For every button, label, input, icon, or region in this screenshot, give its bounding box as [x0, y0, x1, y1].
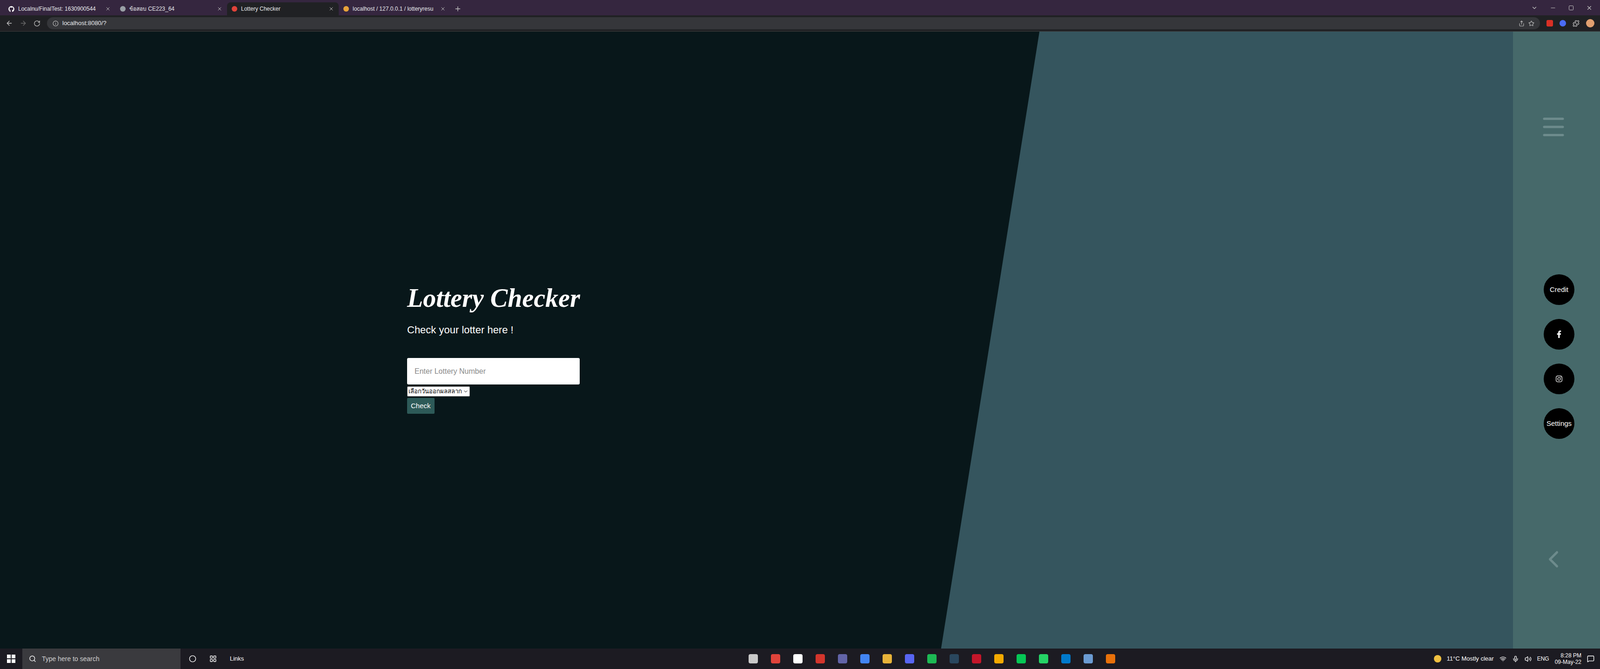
- app-icon[interactable]: [748, 654, 758, 664]
- close-tab-icon[interactable]: [216, 6, 223, 12]
- weather[interactable]: 11°C Mostly clear: [1446, 654, 1494, 664]
- app-icon[interactable]: [1038, 654, 1049, 664]
- search-icon: [28, 655, 37, 663]
- lottery-input[interactable]: Enter Lottery Number: [407, 358, 580, 385]
- close-tab-icon[interactable]: [105, 6, 111, 12]
- info-icon: [52, 20, 59, 27]
- app-icon[interactable]: [815, 654, 825, 664]
- facebook-icon: [1555, 330, 1563, 339]
- forward-icon[interactable]: [19, 19, 27, 27]
- maximize-icon[interactable]: [1568, 5, 1574, 11]
- tab-strip: Localnu/FinalTest: 1630900544ข้อสอบ CE22…: [0, 0, 1600, 16]
- close-window-icon[interactable]: [1586, 4, 1593, 12]
- page-title: Lottery Checker: [407, 282, 605, 315]
- app-icon[interactable]: [1016, 654, 1026, 664]
- app-icon[interactable]: [882, 654, 892, 664]
- side-button[interactable]: [1543, 363, 1575, 395]
- cortana-icon[interactable]: [188, 655, 197, 663]
- start-button[interactable]: [0, 655, 23, 664]
- side-buttons: Credit Settings: [1543, 274, 1575, 440]
- instagram-icon: [1555, 375, 1563, 383]
- task-view-icon[interactable]: [209, 655, 217, 663]
- browser-tab[interactable]: Localnu/FinalTest: 1630900544: [3, 2, 116, 16]
- app-icon[interactable]: [949, 654, 959, 664]
- github-icon: [8, 6, 15, 13]
- app-icon[interactable]: [904, 654, 915, 664]
- side-button[interactable]: Settings: [1543, 408, 1575, 440]
- close-tab-icon[interactable]: [328, 6, 335, 12]
- app-icon[interactable]: [837, 654, 848, 664]
- toolbar: localhost:8080/?: [0, 15, 1600, 32]
- extension-icon[interactable]: [1559, 20, 1567, 27]
- bookmark-icon[interactable]: [1528, 20, 1535, 27]
- check-button[interactable]: Check: [407, 398, 435, 415]
- new-tab-icon[interactable]: [454, 5, 462, 13]
- subtitle: Check your lotter here !: [407, 322, 605, 338]
- share-icon[interactable]: [1518, 20, 1525, 27]
- close-tab-icon[interactable]: [440, 6, 446, 12]
- address-bar[interactable]: localhost:8080/?: [46, 17, 1540, 30]
- taskbar-search[interactable]: Type here to search: [22, 649, 181, 669]
- volume-icon[interactable]: [1524, 656, 1532, 663]
- back-icon[interactable]: [5, 19, 14, 27]
- app-icon[interactable]: [860, 654, 870, 664]
- app-icon[interactable]: [793, 654, 803, 664]
- app-icon[interactable]: [1105, 654, 1116, 664]
- extensions-icon[interactable]: [1572, 20, 1580, 27]
- date-select[interactable]: เลือกวันออกผลสลาก: [407, 386, 470, 397]
- slider-menu-icon[interactable]: [1539, 113, 1568, 141]
- links-toolbar[interactable]: Links: [229, 654, 244, 664]
- language[interactable]: ENG: [1537, 655, 1550, 664]
- minimize-icon[interactable]: [1549, 4, 1557, 12]
- favicon-icon: [120, 6, 126, 12]
- screen: Localnu/FinalTest: 1630900544ข้อสอบ CE22…: [0, 0, 1600, 669]
- side-button[interactable]: Credit: [1543, 274, 1575, 306]
- browser-tab[interactable]: Lottery Checker: [227, 2, 339, 16]
- reload-icon[interactable]: [33, 20, 41, 27]
- browser-tab[interactable]: ข้อสอบ CE223_64: [115, 2, 228, 16]
- mic-icon[interactable]: [1512, 656, 1520, 663]
- hero-image: Lottery Checker Check your lotter here ! E…: [0, 31, 1513, 650]
- favicon-icon: [231, 6, 238, 12]
- app-icon[interactable]: [971, 654, 982, 664]
- app-icon[interactable]: [1083, 654, 1093, 664]
- network-icon[interactable]: [1499, 656, 1507, 663]
- taskbar: Type here to search Links 11°C Mostly clea…: [0, 649, 1600, 669]
- page: Lottery Checker Check your lotter here ! E…: [0, 31, 1600, 650]
- app-icon[interactable]: [927, 654, 937, 664]
- weather-icon: [1433, 655, 1442, 663]
- favicon-icon: [343, 6, 349, 12]
- app-icon[interactable]: [1061, 654, 1071, 664]
- system-tray: 11°C Mostly clear ENG 8:28 PM09-May-22: [1433, 652, 1600, 667]
- app-icon[interactable]: [994, 654, 1004, 664]
- slider-prev-icon[interactable]: [1539, 545, 1568, 574]
- app-icon[interactable]: [770, 654, 781, 664]
- browser-tab[interactable]: localhost / 127.0.0.1 / lotteryresu: [338, 2, 451, 16]
- side-button[interactable]: [1543, 319, 1575, 350]
- chevron-down-icon: [462, 388, 469, 395]
- profile-icon[interactable]: [1586, 19, 1595, 28]
- clock[interactable]: 8:28 PM09-May-22: [1554, 652, 1582, 667]
- dark-overlay: [0, 31, 1513, 650]
- extension-icon[interactable]: [1546, 20, 1554, 27]
- tab-search-icon[interactable]: [1531, 4, 1538, 12]
- windows-icon: [6, 655, 16, 664]
- notifications-icon[interactable]: [1586, 655, 1595, 663]
